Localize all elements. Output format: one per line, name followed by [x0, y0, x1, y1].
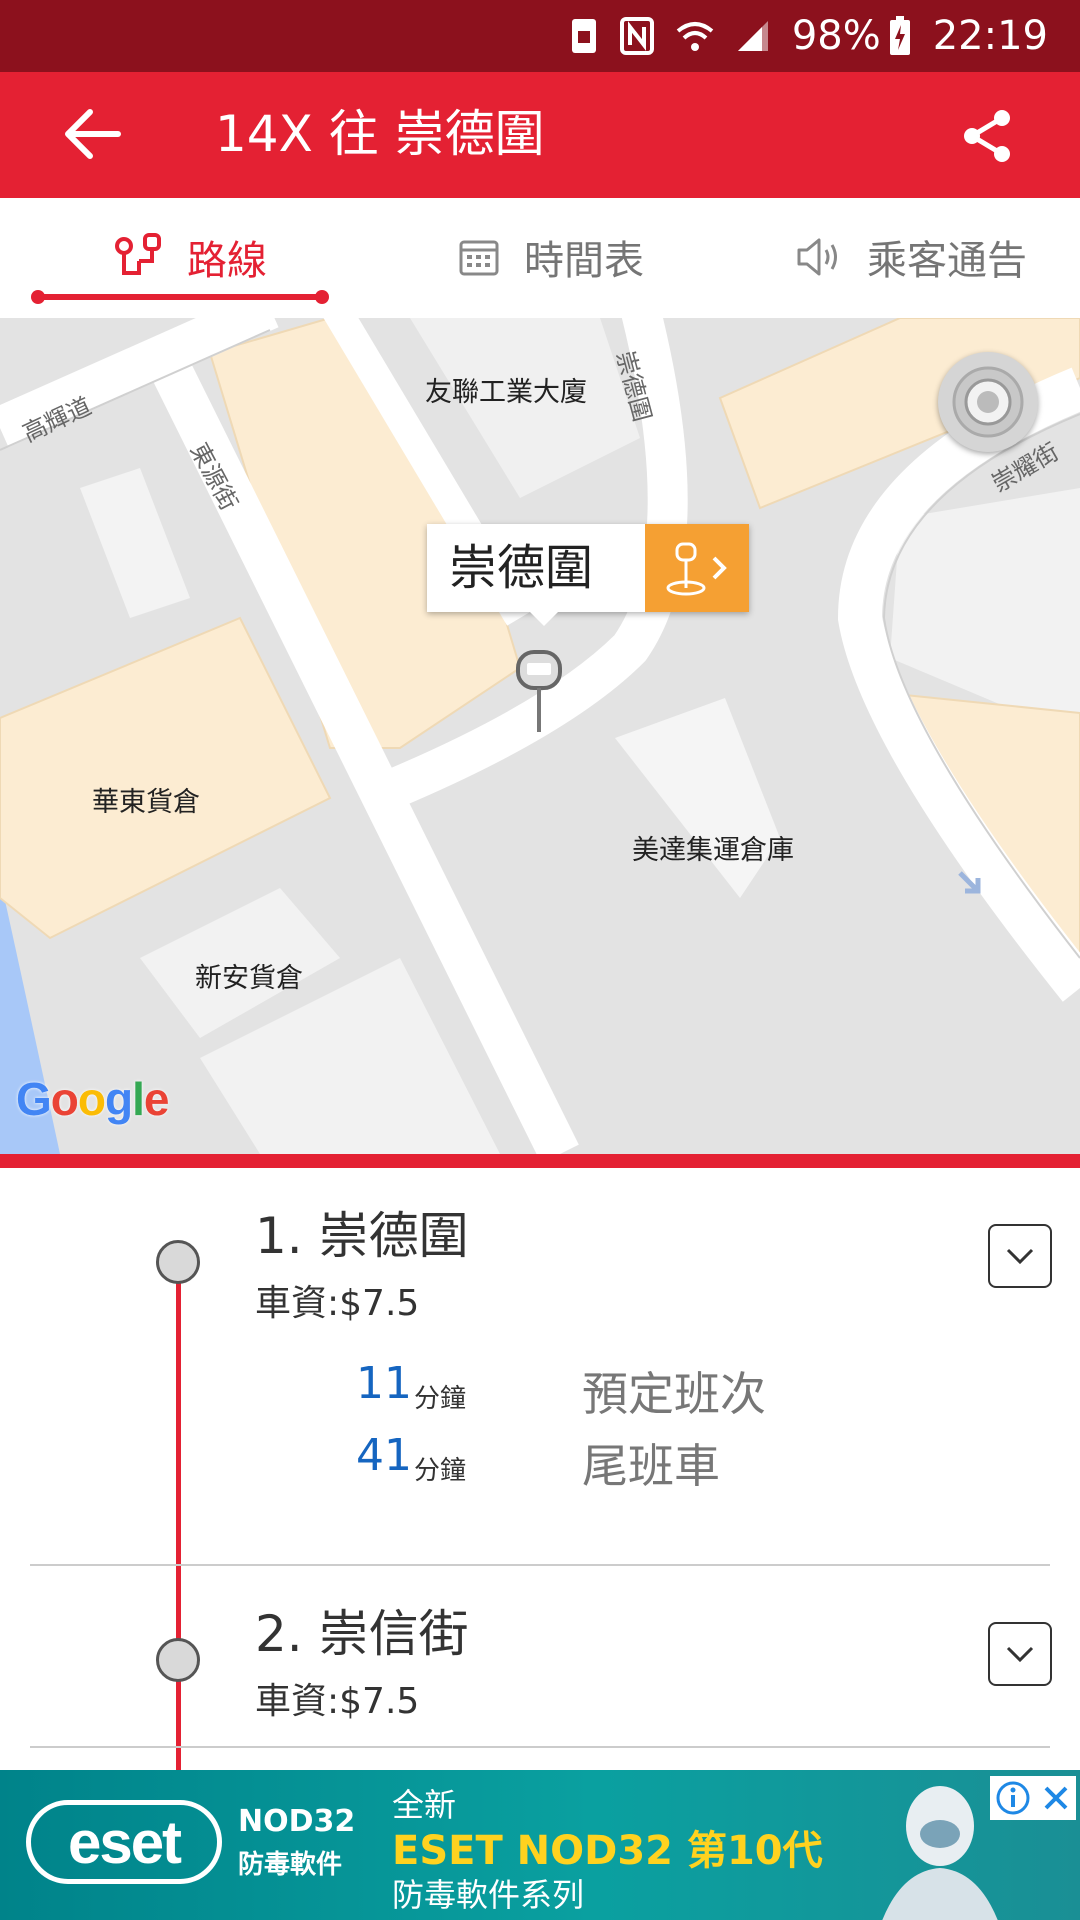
bus-stop-arrow-icon — [666, 542, 727, 596]
map-divider-bar — [0, 1154, 1080, 1168]
popup-pointer — [530, 612, 558, 626]
wifi-icon — [676, 19, 714, 53]
signal-icon — [736, 19, 770, 53]
speaker-icon — [797, 238, 837, 276]
stop-popup-go-button[interactable] — [645, 524, 749, 612]
eta-minutes: 41 — [356, 1430, 412, 1481]
eta-unit: 分鐘 — [414, 1456, 467, 1486]
bus-stop-marker-icon[interactable] — [514, 648, 564, 734]
ad-line3: 防毒軟件系列 — [392, 1876, 585, 1914]
stop-list[interactable]: 1. 崇德圍 車資:$7.5 11 分鐘 預定班次 41 分鐘 尾班車 2. 崇… — [0, 1168, 1080, 1778]
eta-note: 尾班車 — [582, 1439, 720, 1493]
ad-product: NOD32 — [238, 1804, 356, 1839]
crosshair-icon — [952, 366, 1024, 438]
info-icon — [996, 1781, 1030, 1815]
my-location-button[interactable] — [938, 352, 1038, 452]
map-label-building: 友聯工業大廈 — [425, 377, 587, 408]
ad-product-sub: 防毒軟件 — [238, 1850, 343, 1880]
list-divider — [30, 1746, 1050, 1748]
ad-info-button[interactable] — [990, 1776, 1076, 1820]
eta-minutes: 11 — [356, 1358, 412, 1409]
robot-mascot-icon — [882, 1786, 998, 1920]
stop-dot — [156, 1638, 200, 1682]
expand-button[interactable] — [988, 1622, 1052, 1686]
share-icon — [964, 110, 1010, 162]
map-label-building: 美達集運倉庫 — [632, 835, 794, 866]
tab-route-label: 路線 — [187, 238, 267, 284]
nfc-icon — [619, 17, 654, 55]
chevron-down-icon — [1006, 1248, 1034, 1265]
map-label-building: 新安貨倉 — [195, 963, 303, 994]
arrow-left-icon — [65, 109, 121, 159]
ad-line2: ESET NOD32 第10代 — [392, 1828, 823, 1874]
tab-bar: 路線 時間表 乘客通告 — [0, 198, 1080, 318]
tab-timetable[interactable]: 時間表 — [458, 222, 644, 292]
page-title: 14X 往 崇德圍 — [215, 105, 545, 163]
stop-fare: 車資:$7.5 — [255, 1681, 420, 1722]
share-button[interactable] — [958, 106, 1018, 166]
battery-percent: 98% — [791, 13, 881, 59]
stop-popup-name: 崇德圍 — [449, 540, 594, 596]
back-button[interactable] — [58, 98, 138, 170]
map-view[interactable]: 友聯工業大廈 華東貨倉 美達集運倉庫 新安貨倉 高輝道 東源街 崇德圍 崇耀街 … — [0, 318, 1080, 1154]
sim-icon — [570, 17, 598, 55]
active-tab-indicator — [31, 290, 329, 304]
battery-charging-icon — [889, 16, 911, 56]
stop-name: 1. 崇德圍 — [255, 1207, 469, 1265]
tab-route[interactable]: 路線 — [115, 222, 267, 292]
ad-banner[interactable]: eset NOD32 防毒軟件 全新 ESET NOD32 第10代 防毒軟件系… — [0, 1770, 1080, 1920]
stop-fare: 車資:$7.5 — [255, 1283, 420, 1324]
map-tiles — [0, 318, 1080, 1154]
stop-dot — [156, 1240, 200, 1284]
clock: 22:19 — [932, 13, 1048, 59]
close-icon[interactable] — [1041, 1783, 1071, 1813]
tab-notices[interactable]: 乘客通告 — [795, 222, 1027, 292]
expand-button[interactable] — [988, 1224, 1052, 1288]
tab-timetable-label: 時間表 — [524, 238, 644, 284]
stop-name: 2. 崇信街 — [255, 1605, 469, 1663]
calendar-icon — [459, 240, 499, 276]
google-logo: Google — [16, 1073, 169, 1125]
stop-popup[interactable]: 崇德圍 — [427, 524, 749, 612]
ad-brand: eset — [67, 1808, 182, 1876]
chevron-down-icon — [1006, 1646, 1034, 1663]
tab-notices-label: 乘客通告 — [867, 238, 1027, 284]
eta-unit: 分鐘 — [414, 1384, 467, 1414]
app-bar: 14X 往 崇德圍 — [0, 72, 1080, 198]
status-bar: 98% 22:19 — [0, 0, 1080, 72]
route-icon — [115, 233, 161, 275]
route-line — [176, 1258, 181, 1778]
list-divider — [30, 1564, 1050, 1566]
ad-brand-logo: eset — [26, 1800, 222, 1884]
eta-note: 預定班次 — [582, 1367, 766, 1421]
map-label-building: 華東貨倉 — [92, 787, 200, 818]
